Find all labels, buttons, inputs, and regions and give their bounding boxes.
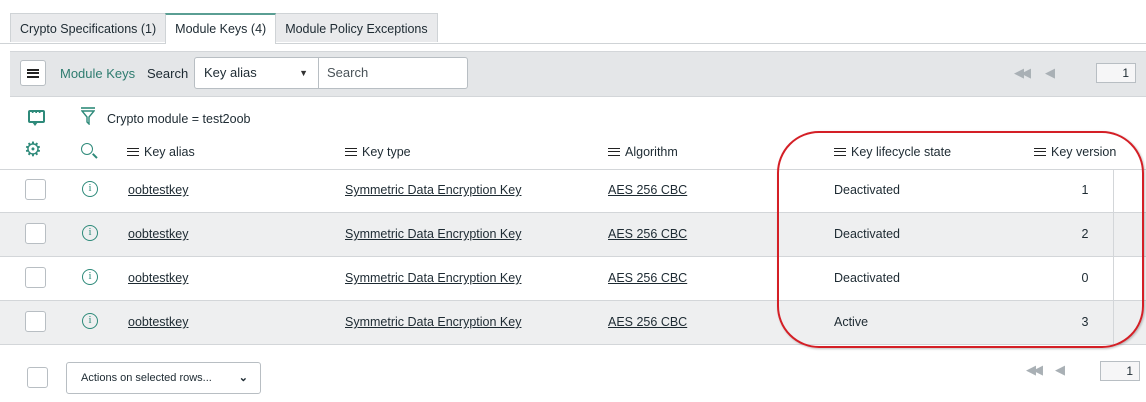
key-type-link[interactable]: Symmetric Data Encryption Key <box>345 315 521 329</box>
search-label: Search <box>147 66 189 81</box>
filter-breadcrumb[interactable]: Crypto module = test2oob <box>107 112 251 126</box>
row-checkbox[interactable] <box>25 267 46 288</box>
list-title[interactable]: Module Keys <box>60 66 135 81</box>
key-lifecycle-state: Deactivated <box>834 227 901 241</box>
algorithm-link[interactable]: AES 256 CBC <box>608 183 687 197</box>
caret-down-icon: ▼ <box>299 68 308 78</box>
first-page-icon[interactable]: ◀◀ <box>1026 362 1043 378</box>
comment-icon[interactable] <box>28 105 45 126</box>
gear-icon[interactable]: ⚙ <box>24 140 42 160</box>
key-alias-link[interactable]: oobtestkey <box>128 315 188 329</box>
column-header-key-alias[interactable]: Key alias <box>127 145 195 159</box>
column-label: Key type <box>362 145 411 159</box>
filter-icon[interactable] <box>81 107 95 125</box>
hamburger-icon <box>27 68 39 78</box>
column-header-key-version[interactable]: Key version <box>1034 145 1116 159</box>
first-page-icon[interactable]: ◀◀ <box>1014 65 1031 81</box>
actions-select[interactable]: Actions on selected rows... ⌄ <box>66 362 261 394</box>
table-row: i oobtestkey Symmetric Data Encryption K… <box>0 257 1146 301</box>
column-label: Key version <box>1051 145 1117 159</box>
key-type-link[interactable]: Symmetric Data Encryption Key <box>345 183 521 197</box>
key-lifecycle-state: Deactivated <box>834 271 901 285</box>
column-menu-icon[interactable] <box>834 148 846 156</box>
info-icon[interactable]: i <box>82 313 98 329</box>
key-lifecycle-state: Deactivated <box>834 183 901 197</box>
list-toolbar: Module Keys Search Key alias ▼ Search ◀◀… <box>10 51 1146 97</box>
row-checkbox[interactable] <box>25 311 46 332</box>
column-menu-icon[interactable] <box>1034 148 1046 156</box>
tab-module-keys[interactable]: Module Keys (4) <box>165 13 277 44</box>
list-menu-button[interactable] <box>20 60 46 86</box>
key-type-link[interactable]: Symmetric Data Encryption Key <box>345 227 521 241</box>
column-divider <box>1113 169 1114 212</box>
info-icon[interactable]: i <box>82 225 98 241</box>
column-label: Algorithm <box>625 145 678 159</box>
table-row: i oobtestkey Symmetric Data Encryption K… <box>0 301 1146 345</box>
search-field-select[interactable]: Key alias ▼ <box>194 57 319 89</box>
key-type-link[interactable]: Symmetric Data Encryption Key <box>345 271 521 285</box>
column-divider <box>1113 301 1114 344</box>
algorithm-link[interactable]: AES 256 CBC <box>608 271 687 285</box>
key-version: 3 <box>1081 315 1089 329</box>
column-menu-icon[interactable] <box>127 148 139 156</box>
column-divider <box>1113 257 1114 300</box>
column-header-algorithm[interactable]: Algorithm <box>608 145 678 159</box>
filter-bar: Crypto module = test2oob <box>0 104 1146 134</box>
algorithm-link[interactable]: AES 256 CBC <box>608 315 687 329</box>
key-version: 1 <box>1081 183 1089 197</box>
algorithm-link[interactable]: AES 256 CBC <box>608 227 687 241</box>
table-row: i oobtestkey Symmetric Data Encryption K… <box>0 169 1146 213</box>
tab-module-policy-exceptions[interactable]: Module Policy Exceptions <box>275 13 438 42</box>
column-label: Key alias <box>144 145 195 159</box>
key-version: 2 <box>1081 227 1089 241</box>
tab-crypto-specifications[interactable]: Crypto Specifications (1) <box>10 13 167 42</box>
column-menu-icon[interactable] <box>608 148 620 156</box>
table-body: i oobtestkey Symmetric Data Encryption K… <box>0 169 1146 345</box>
column-label: Key lifecycle state <box>851 145 952 159</box>
column-divider <box>1113 213 1114 256</box>
search-icon[interactable] <box>81 143 93 155</box>
list-footer: Actions on selected rows... ⌄ ◀◀ ◀ 1 <box>0 345 1146 402</box>
row-checkbox[interactable] <box>25 179 46 200</box>
page-number-input[interactable]: 1 <box>1096 63 1136 83</box>
info-icon[interactable]: i <box>82 181 98 197</box>
search-input[interactable]: Search <box>318 57 468 89</box>
actions-select-label: Actions on selected rows... <box>81 372 212 384</box>
key-version: 0 <box>1081 271 1089 285</box>
previous-page-icon[interactable]: ◀ <box>1045 65 1055 81</box>
key-lifecycle-state: Active <box>834 315 869 329</box>
column-header-key-type[interactable]: Key type <box>345 145 411 159</box>
table-row: i oobtestkey Symmetric Data Encryption K… <box>0 213 1146 257</box>
column-menu-icon[interactable] <box>345 148 357 156</box>
chevron-down-icon: ⌄ <box>238 372 248 384</box>
info-icon[interactable]: i <box>82 269 98 285</box>
key-alias-link[interactable]: oobtestkey <box>128 183 188 197</box>
tab-bar: Crypto Specifications (1) Module Keys (4… <box>10 13 438 44</box>
key-alias-link[interactable]: oobtestkey <box>128 227 188 241</box>
key-alias-link[interactable]: oobtestkey <box>128 271 188 285</box>
select-all-checkbox[interactable] <box>27 367 48 388</box>
page-number-input[interactable]: 1 <box>1100 361 1140 381</box>
table-header: ⚙ Key alias Key type Algorithm Key lifec… <box>0 137 1146 170</box>
column-header-key-lifecycle-state[interactable]: Key lifecycle state <box>834 145 951 159</box>
search-field-value: Key alias <box>204 65 257 80</box>
row-checkbox[interactable] <box>25 223 46 244</box>
previous-page-icon[interactable]: ◀ <box>1055 362 1065 378</box>
